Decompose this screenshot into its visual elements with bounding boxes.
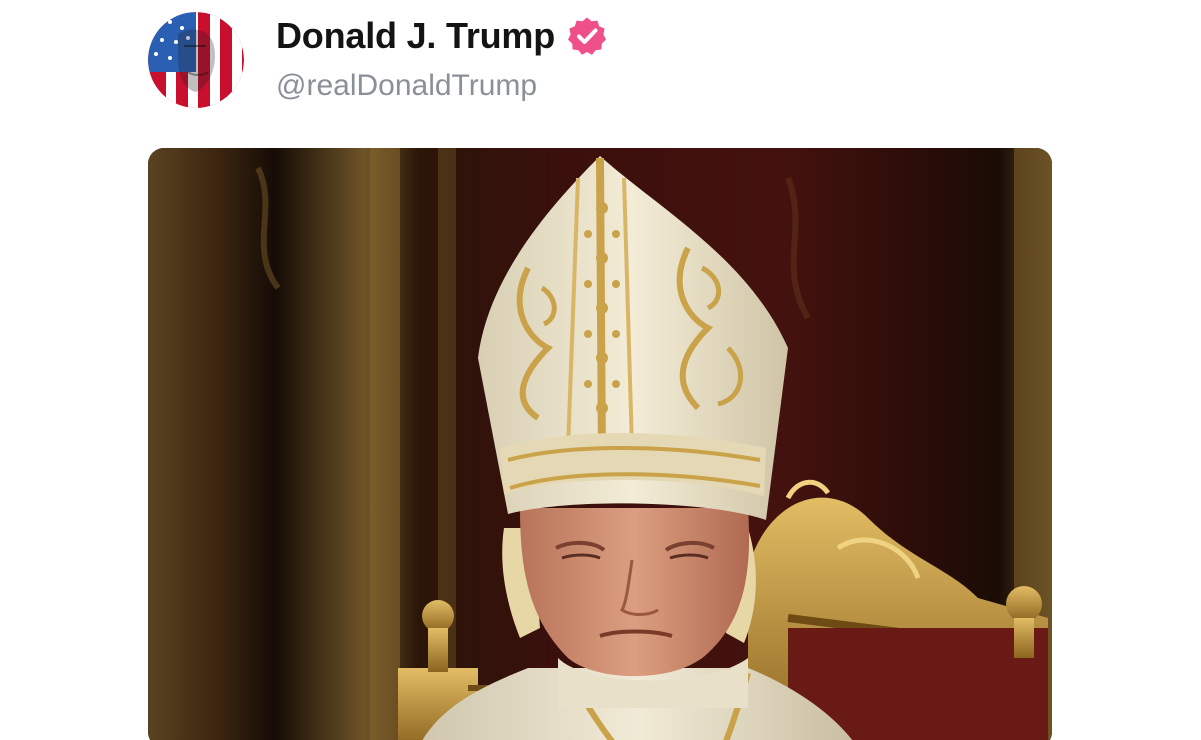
- author-name-row: Donald J. Trump: [276, 15, 607, 57]
- post-header: Donald J. Trump @realDonaldTrump: [148, 10, 607, 110]
- post-media-image[interactable]: [148, 148, 1052, 740]
- author-handle[interactable]: @realDonaldTrump: [276, 67, 607, 105]
- portrait-image: [148, 148, 1052, 740]
- author-avatar[interactable]: [148, 12, 244, 108]
- author-info: Donald J. Trump @realDonaldTrump: [276, 15, 607, 105]
- post-card: Donald J. Trump @realDonaldTrump: [0, 0, 1201, 740]
- flag-portrait-avatar-icon: [148, 12, 244, 108]
- verified-badge-icon: [567, 16, 607, 56]
- author-display-name[interactable]: Donald J. Trump: [276, 15, 555, 57]
